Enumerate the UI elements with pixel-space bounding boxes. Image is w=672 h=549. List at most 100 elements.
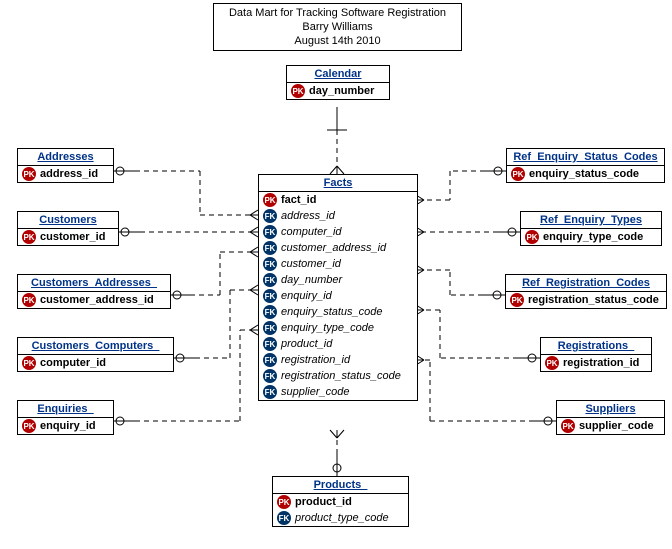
- table-row: PKproduct_id: [273, 494, 408, 510]
- table-row: FK enquiry_status_code: [259, 304, 417, 320]
- entity-header: Suppliers: [557, 401, 664, 418]
- fk-icon: FK: [263, 305, 277, 319]
- column-name: product_id: [295, 496, 352, 508]
- table-row: FK registration_status_code: [259, 368, 417, 384]
- entity-calendar: Calendar PK day_number: [286, 65, 390, 100]
- fk-icon: FK: [263, 321, 277, 335]
- table-row: FK product_type_code: [273, 510, 408, 526]
- column-name: enquiry_type_code: [281, 322, 374, 334]
- table-row: FK customer_id: [259, 256, 417, 272]
- pk-icon: PK: [22, 230, 36, 244]
- pk-icon: PK: [22, 293, 36, 307]
- entity-header: Customers: [18, 212, 118, 229]
- column-name: supplier_code: [281, 386, 350, 398]
- fk-icon: FK: [263, 257, 277, 271]
- title-line3: August 14th 2010: [220, 34, 455, 48]
- column-name: enquiry_status_code: [281, 306, 383, 318]
- table-row: FK computer_id: [259, 224, 417, 240]
- column-name: computer_id: [40, 357, 106, 369]
- entity-customers-addresses: Customers_Addresses_ PK customer_address_…: [17, 274, 171, 309]
- fk-icon: FK: [263, 369, 277, 383]
- entity-header: Ref_Registration_Codes: [506, 275, 666, 292]
- table-row: FKproduct_id: [259, 336, 417, 352]
- title-line2: Barry Williams: [220, 20, 455, 34]
- pk-icon: PK: [561, 419, 575, 433]
- entity-header: Customers_Addresses_: [18, 275, 170, 292]
- entity-header: Calendar: [287, 66, 389, 83]
- column-name: customer_address_id: [281, 242, 386, 254]
- column-name: supplier_code: [579, 420, 654, 432]
- table-row: PK day_number: [287, 83, 389, 99]
- entity-customers-computers: Customers_Computers_ PK computer_id: [17, 337, 174, 372]
- column-name: enquiry_id: [281, 290, 332, 302]
- table-row: FK enquiry_type_code: [259, 320, 417, 336]
- entity-header: Products_: [273, 477, 408, 494]
- table-row: FK supplier_code: [259, 384, 417, 400]
- fk-icon: FK: [263, 225, 277, 239]
- column-name: computer_id: [281, 226, 342, 238]
- table-row: PK supplier_code: [557, 418, 664, 434]
- entity-header: Ref_Enquiry_Status_Codes: [507, 149, 664, 166]
- table-row: FK day_number: [259, 272, 417, 288]
- column-name: fact_id: [281, 194, 316, 206]
- table-row: PKenquiry_status_code: [507, 166, 664, 182]
- entity-header: Customers_Computers_: [18, 338, 173, 355]
- title-box: Data Mart for Tracking Software Registra…: [213, 3, 462, 51]
- column-name: enquiry_status_code: [529, 168, 639, 180]
- column-name: registration_id: [563, 357, 639, 369]
- table-row: FK registration_id: [259, 352, 417, 368]
- table-row: FK customer_address_id: [259, 240, 417, 256]
- column-name: customer_address_id: [40, 294, 154, 306]
- fk-icon: FK: [263, 241, 277, 255]
- pk-icon: PK: [291, 84, 305, 98]
- column-name: enquiry_type_code: [543, 231, 643, 243]
- entity-ref-registration-codes: Ref_Registration_Codes PK registration_st…: [505, 274, 667, 309]
- fk-icon: FK: [263, 353, 277, 367]
- entity-products: Products_ PKproduct_id FK product_type_co…: [272, 476, 409, 527]
- table-row: PK customer_address_id: [18, 292, 170, 308]
- pk-icon: PK: [545, 356, 559, 370]
- table-row: PK address_id: [18, 166, 113, 182]
- entity-header: Facts: [259, 175, 417, 192]
- entity-addresses: Addresses PK address_id: [17, 148, 114, 183]
- entity-facts: Facts PKfact_idFKaddress_idFKcomputer_id…: [258, 174, 418, 401]
- entity-customers: Customers PK customer_id: [17, 211, 119, 246]
- pk-icon: PK: [22, 356, 36, 370]
- table-row: PKenquiry_type_code: [521, 229, 661, 245]
- column-name: product_id: [281, 338, 332, 350]
- column-name: day_number: [309, 85, 374, 97]
- column-name: customer_id: [40, 231, 105, 243]
- table-row: FK enquiry_id: [259, 288, 417, 304]
- entity-suppliers: Suppliers PK supplier_code: [556, 400, 665, 435]
- table-row: PK computer_id: [18, 355, 173, 371]
- entity-header: Ref_Enquiry_Types: [521, 212, 661, 229]
- fk-icon: FK: [277, 511, 291, 525]
- table-row: PK enquiry_id: [18, 418, 113, 434]
- pk-icon: PK: [22, 419, 36, 433]
- table-row: PK fact_id: [259, 192, 417, 208]
- column-name: registration_id: [281, 354, 350, 366]
- column-name: product_type_code: [295, 512, 389, 524]
- pk-icon: PK: [263, 193, 277, 207]
- entity-header: Enquiries_: [18, 401, 113, 418]
- table-row: PK customer_id: [18, 229, 118, 245]
- column-name: customer_id: [281, 258, 341, 270]
- fk-icon: FK: [263, 385, 277, 399]
- table-row: PK registration_id: [541, 355, 651, 371]
- entity-header: Registrations_: [541, 338, 651, 355]
- column-name: enquiry_id: [40, 420, 96, 432]
- column-name: day_number: [281, 274, 342, 286]
- column-name: registration_status_code: [281, 370, 401, 382]
- column-name: address_id: [40, 168, 98, 180]
- entity-header: Addresses: [18, 149, 113, 166]
- pk-icon: PK: [22, 167, 36, 181]
- fk-icon: FK: [263, 273, 277, 287]
- entity-registrations: Registrations_ PK registration_id: [540, 337, 652, 372]
- table-row: FKaddress_id: [259, 208, 417, 224]
- table-row: PK registration_status_code: [506, 292, 666, 308]
- entity-ref-enquiry-status-codes: Ref_Enquiry_Status_Codes PKenquiry_statu…: [506, 148, 665, 183]
- fk-icon: FK: [263, 289, 277, 303]
- pk-icon: PK: [510, 293, 524, 307]
- column-name: address_id: [281, 210, 335, 222]
- column-name: registration_status_code: [528, 294, 659, 306]
